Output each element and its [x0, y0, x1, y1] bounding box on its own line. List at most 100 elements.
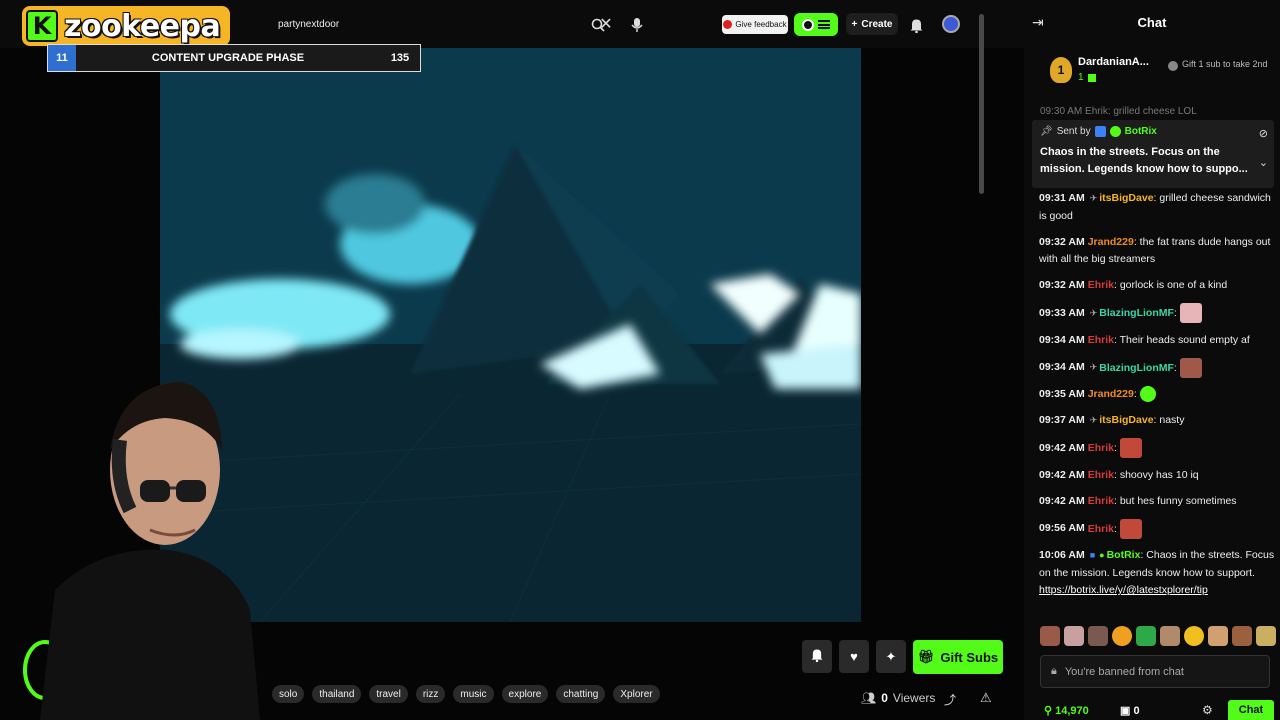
report-icon[interactable]: ⚠ — [980, 690, 992, 706]
chevron-down-icon[interactable]: ⌄ — [1259, 156, 1268, 169]
search-input[interactable]: partynextdoor — [278, 19, 594, 30]
verified-badge-icon: ● — [1099, 550, 1105, 560]
page-scrollbar[interactable] — [979, 14, 984, 194]
msg-text: : gorlock is one of a kind — [1113, 279, 1228, 291]
rank-medal-icon: 1 — [1050, 57, 1072, 83]
menu-icon — [818, 20, 830, 29]
msg-user[interactable]: BlazingLionMF — [1099, 361, 1174, 373]
chat-message: 09:34 AM Ehrik: Their heads sound empty a… — [1039, 332, 1275, 350]
share-icon[interactable]: ⤴ — [944, 691, 956, 708]
gift-hint-text: Gift 1 sub to take 2nd — [1182, 59, 1268, 69]
search-icon[interactable] — [585, 12, 611, 38]
msg-user[interactable]: itsBigDave — [1099, 414, 1153, 426]
emote-icon — [1179, 303, 1202, 323]
msg-time: 09:34 AM — [1039, 333, 1085, 346]
gear-icon[interactable]: ⚙ — [1202, 703, 1213, 717]
chat-message: 09:31 AM ✈ itsBigDave: grilled cheese sand… — [1039, 190, 1275, 225]
chat-message: 09:42 AM Ehrik: shoovy has 10 iq — [1039, 467, 1275, 485]
search-bar[interactable]: partynextdoor ✕ — [268, 10, 618, 38]
emote-icon[interactable] — [1256, 626, 1276, 646]
msg-time: 09:42 AM — [1039, 441, 1085, 454]
emote-icon — [1119, 438, 1142, 458]
mode-toggle-button[interactable] — [794, 13, 838, 36]
tag-rizz[interactable]: rizz — [415, 685, 446, 703]
pinned-bot-name[interactable]: BotRix — [1125, 126, 1157, 137]
chat-partial-line: 09:30 AM Ehrik: grilled cheese LOL — [1040, 106, 1197, 117]
msg-user[interactable]: Ehrik — [1088, 469, 1114, 481]
emote-icon[interactable] — [1136, 626, 1156, 646]
msg-text: : shoovy has 10 iq — [1113, 468, 1199, 481]
logo-k-icon: K — [26, 10, 58, 42]
gift-subs-button[interactable]: 🎁︎ Gift Subs — [913, 640, 1003, 674]
create-button[interactable]: + Create — [846, 13, 898, 35]
pin-icon: 📌︎ — [1040, 126, 1053, 137]
tip-link[interactable]: https://botrix.live/y/@latestxplorer/tip — [1039, 584, 1208, 596]
app-root: K zookeepa partynextdoor ✕ Give feedback — [0, 0, 1280, 720]
tag-explore[interactable]: explore — [501, 685, 549, 703]
emote-icon[interactable] — [1208, 626, 1228, 646]
msg-user[interactable]: Ehrik — [1088, 442, 1114, 454]
msg-text: : — [1113, 522, 1117, 535]
msg-time: 09:42 AM — [1039, 494, 1085, 507]
pinned-text: Chaos in the streets. Focus on the missi… — [1040, 146, 1248, 175]
plus-icon: + — [851, 18, 858, 30]
chat-send-button[interactable]: Chat — [1228, 700, 1274, 720]
msg-user[interactable]: Ehrik — [1088, 495, 1114, 507]
emote-icon[interactable] — [1160, 626, 1180, 646]
tag-travel[interactable]: travel — [369, 685, 408, 703]
site-logo[interactable]: K zookeepa — [22, 6, 231, 46]
user-avatar[interactable] — [942, 15, 960, 33]
feedback-icon — [723, 20, 733, 29]
gift-hint: Gift 1 sub to take 2nd — [1168, 59, 1278, 71]
sent-by-label: Sent by — [1056, 126, 1091, 137]
tag-music[interactable]: music — [453, 685, 494, 703]
emote-icon — [1179, 357, 1202, 378]
unpin-icon[interactable]: ⊘ — [1259, 127, 1268, 140]
msg-user[interactable]: BlazingLionMF — [1099, 307, 1174, 319]
chat-message: 09:56 AM Ehrik: — [1039, 518, 1275, 539]
emote-icon[interactable] — [1064, 626, 1084, 646]
pinned-header: 📌︎ Sent by BotRix — [1040, 126, 1266, 137]
give-feedback-button[interactable]: Give feedback — [722, 15, 788, 34]
tag-xplorer[interactable]: Xplorer — [613, 685, 660, 703]
msg-user[interactable]: itsBigDave — [1099, 192, 1153, 204]
video-player[interactable] — [160, 44, 861, 622]
emote-icon[interactable] — [1088, 626, 1108, 646]
msg-user[interactable]: BotRix — [1107, 549, 1141, 561]
follow-button[interactable]: ♥ — [839, 640, 869, 673]
emote-bar — [1040, 626, 1280, 646]
secondary-points[interactable]: ▣ 0 — [1120, 704, 1140, 717]
pinned-message[interactable]: 📌︎ Sent by BotRix Chaos in the streets. … — [1032, 120, 1274, 188]
emote-icon[interactable] — [1184, 626, 1204, 646]
channel-points[interactable]: ⚲ 14,970 — [1044, 704, 1089, 717]
tag-thailand[interactable]: thailand — [312, 685, 362, 703]
tag-solo[interactable]: solo — [272, 685, 305, 703]
notify-button[interactable] — [802, 640, 832, 673]
lock-icon: 🔒︎ — [1051, 665, 1057, 677]
emote-icon[interactable] — [1232, 626, 1252, 646]
msg-user[interactable]: Ehrik — [1088, 279, 1114, 291]
emote-icon[interactable] — [1040, 626, 1060, 646]
leader-name[interactable]: DardanianA... — [1078, 56, 1149, 68]
clip-button[interactable]: ✦ — [876, 640, 906, 673]
msg-user[interactable]: Jrand229 — [1088, 236, 1134, 248]
msg-user[interactable]: Jrand229 — [1088, 388, 1134, 400]
badge-icon: ✈ — [1089, 193, 1098, 203]
emote-icon — [1139, 386, 1156, 403]
chat-message: 09:37 AM ✈ itsBigDave: nasty — [1039, 412, 1275, 430]
viewers-label: Viewers — [892, 691, 936, 705]
gift-subs-label: Gift Subs — [940, 649, 999, 665]
badge-icon: ✈ — [1089, 362, 1098, 373]
msg-text: : — [1133, 388, 1137, 400]
chat-message: 09:34 AM ✈ BlazingLionMF: — [1039, 357, 1275, 378]
microphone-icon[interactable] — [624, 12, 650, 38]
tag-chatting[interactable]: chatting — [556, 685, 606, 703]
bell-icon[interactable] — [903, 12, 929, 38]
chat-message: 09:42 AM Ehrik: — [1039, 438, 1275, 458]
msg-user[interactable]: Ehrik — [1088, 522, 1114, 534]
emote-icon[interactable] — [1112, 626, 1132, 646]
msg-user[interactable]: Ehrik — [1088, 334, 1114, 346]
chat-message: 09:32 AM Ehrik: gorlock is one of a kind — [1039, 277, 1275, 295]
gift-icon — [1087, 73, 1096, 82]
content-upgrade-bar: 11 CONTENT UPGRADE PHASE 135 — [47, 44, 421, 72]
